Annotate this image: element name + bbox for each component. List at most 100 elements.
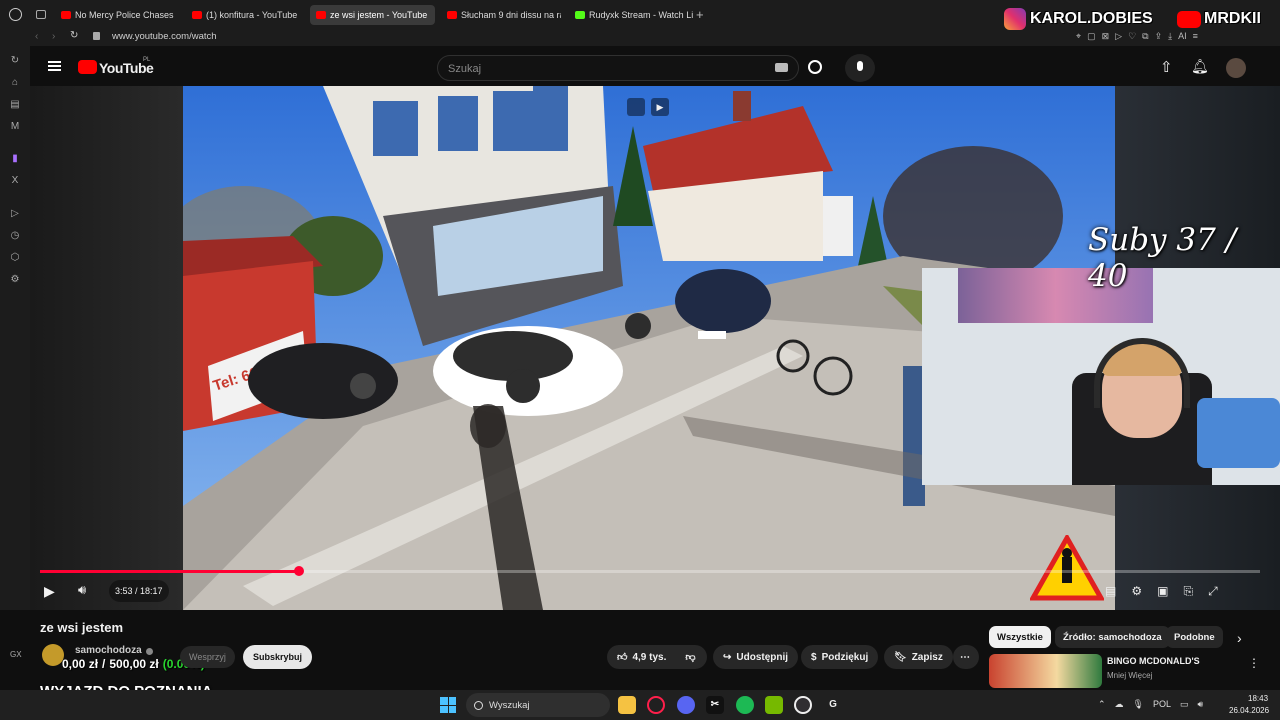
- pin-icon[interactable]: ⌖: [1076, 31, 1081, 42]
- browser-tab[interactable]: (1) konfitura - YouTube: [186, 5, 304, 25]
- chips-next-icon[interactable]: ›: [1237, 630, 1242, 646]
- reload-icon[interactable]: ↻: [70, 30, 78, 41]
- kick-favicon-icon: [575, 11, 585, 19]
- play-icon[interactable]: ▷: [1115, 31, 1122, 42]
- browser-toolbar-icons: ⌖ ▢ ⊠ ▷ ♡ ⧉ ⇪ ⤓ AI ≡: [1076, 31, 1198, 42]
- menu-icon[interactable]: ≡: [1193, 31, 1198, 42]
- youtube-handle-overlay: MRDKII: [1177, 10, 1261, 28]
- player-icon[interactable]: ▷: [9, 208, 21, 220]
- clock-icon[interactable]: ◷: [9, 230, 21, 242]
- fullscreen-icon[interactable]: ⤢: [1208, 584, 1218, 599]
- close-box-icon[interactable]: ⊠: [1102, 31, 1110, 42]
- miniplayer-icon[interactable]: [627, 98, 645, 116]
- recommended-channel[interactable]: Mniej Więcej: [1107, 671, 1152, 680]
- lock-icon: [93, 32, 100, 40]
- twitch-icon[interactable]: ▮: [9, 153, 21, 165]
- forward-icon[interactable]: ›: [52, 31, 55, 42]
- start-button[interactable]: [440, 697, 456, 713]
- thanks-button[interactable]: $ Podziękuj: [801, 645, 879, 669]
- taskbar-search[interactable]: Wyszukaj: [466, 693, 610, 717]
- settings-icon[interactable]: ⚙: [1131, 584, 1142, 599]
- x-icon[interactable]: X: [9, 175, 21, 187]
- miniplayer-toggle-icon[interactable]: ▣: [1157, 584, 1168, 599]
- back-icon[interactable]: ‹: [35, 31, 38, 42]
- search-icon[interactable]: [808, 60, 822, 74]
- new-tab-button[interactable]: +: [696, 7, 704, 22]
- blue-pillow: [1197, 398, 1280, 468]
- upload-icon[interactable]: ⇧: [1160, 58, 1173, 76]
- history-icon[interactable]: ↻: [9, 55, 21, 67]
- news-icon[interactable]: ▤: [9, 99, 21, 111]
- youtube-logo-icon[interactable]: [78, 60, 97, 74]
- play-button[interactable]: ▶︎: [44, 583, 55, 600]
- recommended-title[interactable]: BINGO MCDONALD'S: [1107, 656, 1200, 666]
- dislike-icon[interactable]: 👎︎: [685, 651, 695, 663]
- instagram-icon: [1004, 8, 1026, 30]
- browser-tab[interactable]: Słucham 9 dni dissu na ra: [441, 5, 561, 25]
- cast-icon[interactable]: ⎘: [1183, 584, 1193, 599]
- notifications-icon[interactable]: 🔔︎: [1191, 58, 1209, 75]
- donation-amount: 0,00 zł: [62, 657, 99, 671]
- settings-icon[interactable]: ⚙: [9, 274, 21, 286]
- file-explorer-icon[interactable]: [618, 696, 636, 714]
- snapshot-icon[interactable]: ▢: [1087, 31, 1096, 42]
- download-icon[interactable]: ⤓: [1168, 31, 1172, 42]
- warning-sign-icon: [1030, 535, 1104, 601]
- recommended-menu-icon[interactable]: ⋮: [1248, 656, 1260, 670]
- browser-tab[interactable]: Rudyxk Stream - Watch Li: [569, 5, 693, 25]
- chip-similar[interactable]: Podobne: [1166, 626, 1223, 648]
- keyboard-icon[interactable]: [775, 63, 788, 72]
- like-count: 4,9 tys.: [632, 651, 667, 663]
- subtitles-icon[interactable]: ▤: [1105, 584, 1116, 599]
- capcut-icon[interactable]: ✂: [706, 696, 724, 714]
- browser-tab[interactable]: ze wsi jestem - YouTube: [310, 5, 435, 25]
- browser-tab[interactable]: No Mercy Police Chases C: [55, 5, 175, 25]
- language-indicator[interactable]: POL: [1153, 699, 1171, 710]
- youtube-region: PL: [143, 57, 151, 63]
- network-icon[interactable]: ▭: [1180, 699, 1189, 710]
- chip-all[interactable]: Wszystkie: [989, 626, 1051, 648]
- spotify-icon[interactable]: [736, 696, 754, 714]
- chip-source[interactable]: Źródło: samochodoza: [1055, 626, 1170, 648]
- browser-logo-icon[interactable]: [9, 8, 22, 21]
- mic-icon[interactable]: [845, 54, 875, 82]
- clock-date[interactable]: 26.04.2026: [1229, 706, 1269, 715]
- share-icon[interactable]: ⇪: [1155, 31, 1163, 42]
- avatar[interactable]: [1226, 58, 1246, 78]
- nvidia-icon[interactable]: [765, 696, 783, 714]
- channel-avatar[interactable]: [42, 644, 64, 666]
- like-button[interactable]: 👍︎ 4,9 tys. 👎︎: [607, 645, 707, 669]
- more-actions-button[interactable]: ⋯: [953, 645, 979, 669]
- share-button[interactable]: ↪ Udostępnij: [713, 645, 799, 669]
- mic-tray-icon[interactable]: 🎙︎: [1133, 699, 1144, 710]
- clock-time[interactable]: 18:43: [1248, 694, 1268, 703]
- bag-icon[interactable]: ⌂: [9, 77, 21, 89]
- opera-gx-icon[interactable]: [647, 696, 665, 714]
- volume-icon[interactable]: 🔊︎: [78, 582, 86, 598]
- recommended-thumbnail[interactable]: [989, 654, 1102, 688]
- heart-icon[interactable]: ♡: [1128, 31, 1136, 42]
- hamburger-menu-icon[interactable]: [48, 61, 61, 71]
- tab-list-icon[interactable]: [36, 10, 46, 19]
- save-button[interactable]: 🔖︎ Zapisz: [884, 645, 953, 669]
- app-icon[interactable]: G: [824, 696, 842, 714]
- youtube-favicon-icon: [447, 11, 457, 19]
- support-button[interactable]: Wesprzyj: [180, 646, 235, 668]
- ai-icon[interactable]: AI: [1178, 31, 1187, 42]
- channel-name[interactable]: samochodoza: [75, 645, 142, 656]
- subscribe-button[interactable]: Subskrybuj: [243, 645, 313, 669]
- skip-icon[interactable]: ▶︎: [651, 98, 669, 116]
- obs-icon[interactable]: [794, 696, 812, 714]
- cube-icon[interactable]: ⬡: [9, 252, 21, 264]
- search-input[interactable]: Szukaj: [437, 55, 799, 81]
- cloud-icon[interactable]: ☁: [1115, 699, 1124, 710]
- m-icon[interactable]: M: [9, 121, 21, 133]
- url-field[interactable]: www.youtube.com/watch: [112, 31, 217, 42]
- discord-icon[interactable]: [677, 696, 695, 714]
- extensions-icon[interactable]: ⧉: [1142, 31, 1148, 42]
- tray-chevron-icon[interactable]: ⌃: [1098, 699, 1106, 710]
- progress-track[interactable]: [40, 566, 1260, 576]
- browser-tab-title: ze wsi jestem - YouTube: [330, 10, 428, 20]
- speaker-icon[interactable]: 🔊︎: [1198, 699, 1204, 710]
- progress-scrubber[interactable]: [293, 566, 304, 576]
